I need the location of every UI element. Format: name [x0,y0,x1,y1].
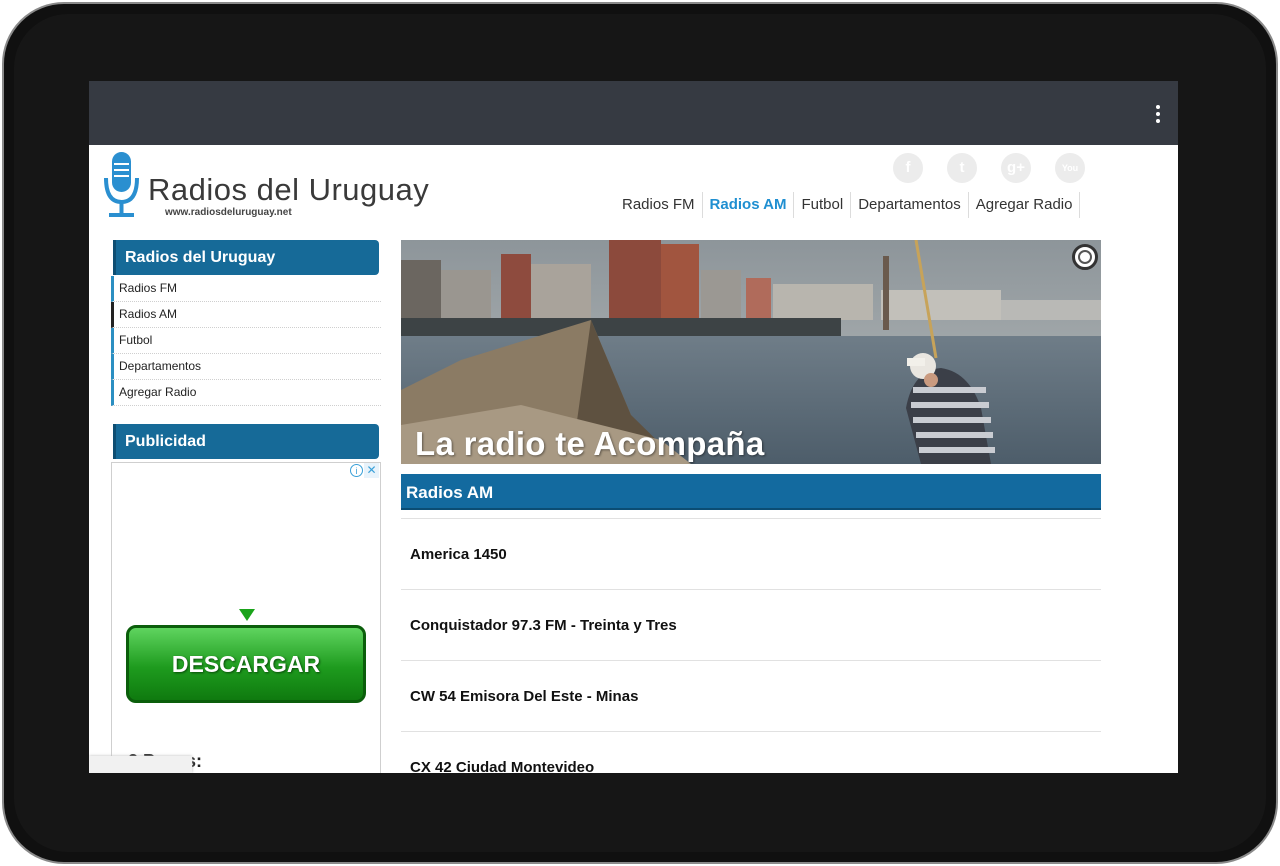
station-item[interactable]: CX 42 Ciudad Montevideo [401,731,1101,773]
sidebar-heading: Radios del Uruguay [113,240,379,275]
station-item[interactable]: America 1450 [401,518,1101,589]
recaptcha-badge[interactable] [89,756,192,773]
overflow-menu-icon[interactable] [1150,103,1166,125]
sidebar-item-radios-fm[interactable]: Radios FM [111,276,381,302]
nav-radios-fm[interactable]: Radios FM [615,192,703,218]
banner-title: La radio te Acompaña [415,425,765,462]
sidebar-item-futbol[interactable]: Futbol [111,328,381,354]
nav-agregar-radio[interactable]: Agregar Radio [969,192,1081,218]
nav-radios-am[interactable]: Radios AM [703,192,795,218]
hero-banner: La radio te Acompaña [401,240,1101,464]
ad-info-icon[interactable]: i [350,464,363,477]
sidebar-menu: Radios FM Radios AM Futbol Departamentos… [111,276,381,406]
station-item[interactable]: Conquistador 97.3 FM - Treinta y Tres [401,589,1101,660]
main-nav: Radios FM Radios AM Futbol Departamentos… [615,192,1081,218]
nav-futbol[interactable]: Futbol [794,192,852,218]
webview: Radios del Uruguay www.radiosdeluruguay.… [89,145,1178,773]
content-heading: Radios AM [401,474,1101,510]
site-title: Radios del Uruguay [148,172,430,207]
ad-close-icon[interactable]: ✕ [364,463,379,478]
arrow-down-icon [239,609,255,621]
app-bar [89,81,1178,145]
microphone-icon [104,152,139,217]
sidebar-item-agregar-radio[interactable]: Agregar Radio [111,380,381,406]
facebook-icon[interactable]: f [893,153,923,183]
ad-download-button[interactable]: DESCARGAR [126,625,366,703]
tablet-frame: Radios del Uruguay www.radiosdeluruguay.… [0,0,1280,866]
site-logo[interactable]: Radios del Uruguay www.radiosdeluruguay.… [103,150,443,222]
sidebar-item-radios-am[interactable]: Radios AM [111,302,381,328]
youtube-icon[interactable]: You [1055,153,1085,183]
app-screen: Radios del Uruguay www.radiosdeluruguay.… [89,81,1178,773]
slideshow-pause-icon[interactable] [1072,244,1098,270]
sidebar-item-departamentos[interactable]: Departamentos [111,354,381,380]
nav-departamentos[interactable]: Departamentos [851,192,969,218]
twitter-icon[interactable]: t [947,153,977,183]
site-url: www.radiosdeluruguay.net [165,207,292,218]
station-item[interactable]: CW 54 Emisora Del Este - Minas [401,660,1101,731]
ad-banner[interactable]: i ✕ DESCARGAR 2 Pasos: [111,462,381,773]
google-plus-icon[interactable]: g+ [1001,153,1031,183]
ads-heading: Publicidad [113,424,379,459]
